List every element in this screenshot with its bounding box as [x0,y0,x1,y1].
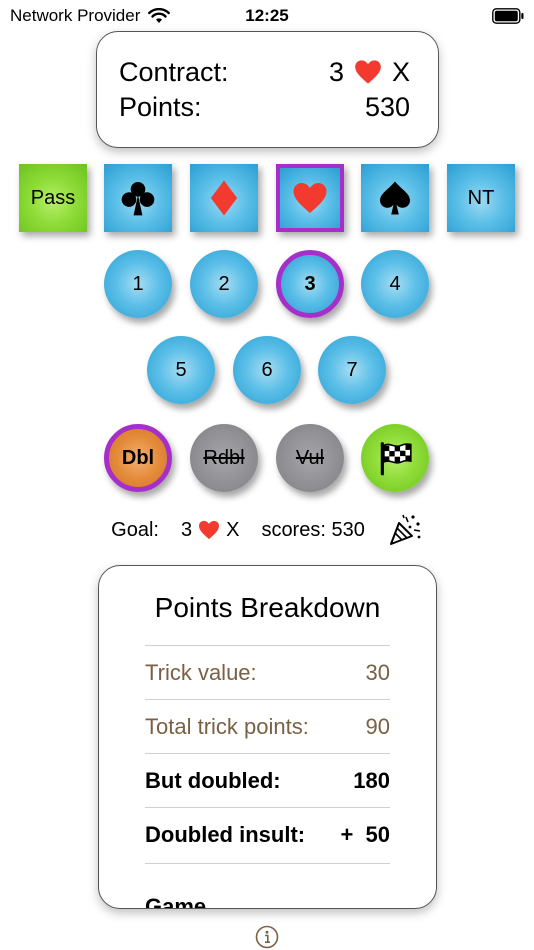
info-icon[interactable] [255,925,279,949]
level-label: 6 [261,358,273,381]
points-row: Points: 530 [119,90,410,124]
notrump-button[interactable]: NT [447,164,515,232]
double-label: Dbl [121,446,155,469]
row-label: Game [145,893,207,909]
spades-button[interactable] [361,164,429,232]
points-breakdown-card[interactable]: Points Breakdown Trick value: 30 Total t… [98,565,437,909]
diamond-icon [210,180,238,216]
breakdown-row-total-trick-points: Total trick points: 90 [145,699,390,753]
goal-label: Goal: [111,518,159,541]
goal-level: 3 [180,518,193,541]
redouble-button[interactable]: Rdbl [190,424,258,492]
clock: 12:25 [245,6,289,25]
spade-icon [380,181,410,215]
row-label: Total trick points: [145,713,309,739]
contract-level: 3 [328,56,344,87]
contract-label: Contract: [119,56,229,87]
vulnerable-button[interactable]: Vul [276,424,344,492]
level-6-button[interactable]: 6 [233,336,301,404]
level-4-button[interactable]: 4 [361,250,429,318]
diamonds-button[interactable] [190,164,258,232]
level-label: 7 [346,358,358,381]
level-label: 4 [389,272,401,295]
pass-label: Pass [30,186,76,209]
finish-button[interactable] [361,424,429,492]
contract-card: Contract: 3 X Points: 530 [96,31,439,148]
double-button[interactable]: Dbl [104,424,172,492]
heart-icon [355,60,381,84]
breakdown-row-doubled: But doubled: 180 [145,753,390,807]
contract-row: Contract: 3 X [119,55,410,89]
points-value: 530 [364,91,410,122]
row-value: 180 [353,767,390,793]
level-label: 2 [218,272,230,295]
goal-double: X [226,518,240,541]
vulnerable-label: Vul [295,446,325,469]
level-7-button[interactable]: 7 [318,336,386,404]
level-label: 3 [304,272,316,295]
level-1-button[interactable]: 1 [104,250,172,318]
row-label: Doubled insult: [145,821,306,847]
breakdown-title: Points Breakdown [154,592,381,623]
level-label: 1 [132,272,144,295]
breakdown-row-trick-value: Trick value: 30 [145,645,390,699]
level-label: 5 [175,358,187,381]
pass-button[interactable]: Pass [19,164,87,232]
level-5-button[interactable]: 5 [147,336,215,404]
row-value: + 50 [340,821,390,847]
heart-icon [293,183,327,213]
clubs-button[interactable] [104,164,172,232]
redouble-label: Rdbl [203,446,245,469]
club-icon [121,182,155,216]
battery-icon [492,8,524,24]
breakdown-row-doubled-insult: Doubled insult: + 50 [145,807,390,861]
status-bar: Network Provider 12:25 [0,0,534,30]
row-label: But doubled: [145,767,281,793]
row-value: 90 [365,713,390,739]
goal-summary: Goal: 3 X scores: 530 [0,512,534,548]
contract-double: X [391,56,410,87]
notrump-label: NT [467,186,495,209]
goal-scores: scores: 530 [261,518,365,541]
hearts-button[interactable] [276,164,344,232]
level-2-button[interactable]: 2 [190,250,258,318]
heart-icon [199,520,220,540]
level-3-button[interactable]: 3 [276,250,344,318]
row-label: Trick value: [145,659,257,685]
breakdown-row-game: Game [145,863,390,909]
points-label: Points: [119,91,202,122]
contract-value: 3 X [329,57,410,88]
party-popper-icon[interactable] [387,513,423,547]
checkered-flag-icon [380,442,412,476]
row-value: 30 [365,659,390,685]
